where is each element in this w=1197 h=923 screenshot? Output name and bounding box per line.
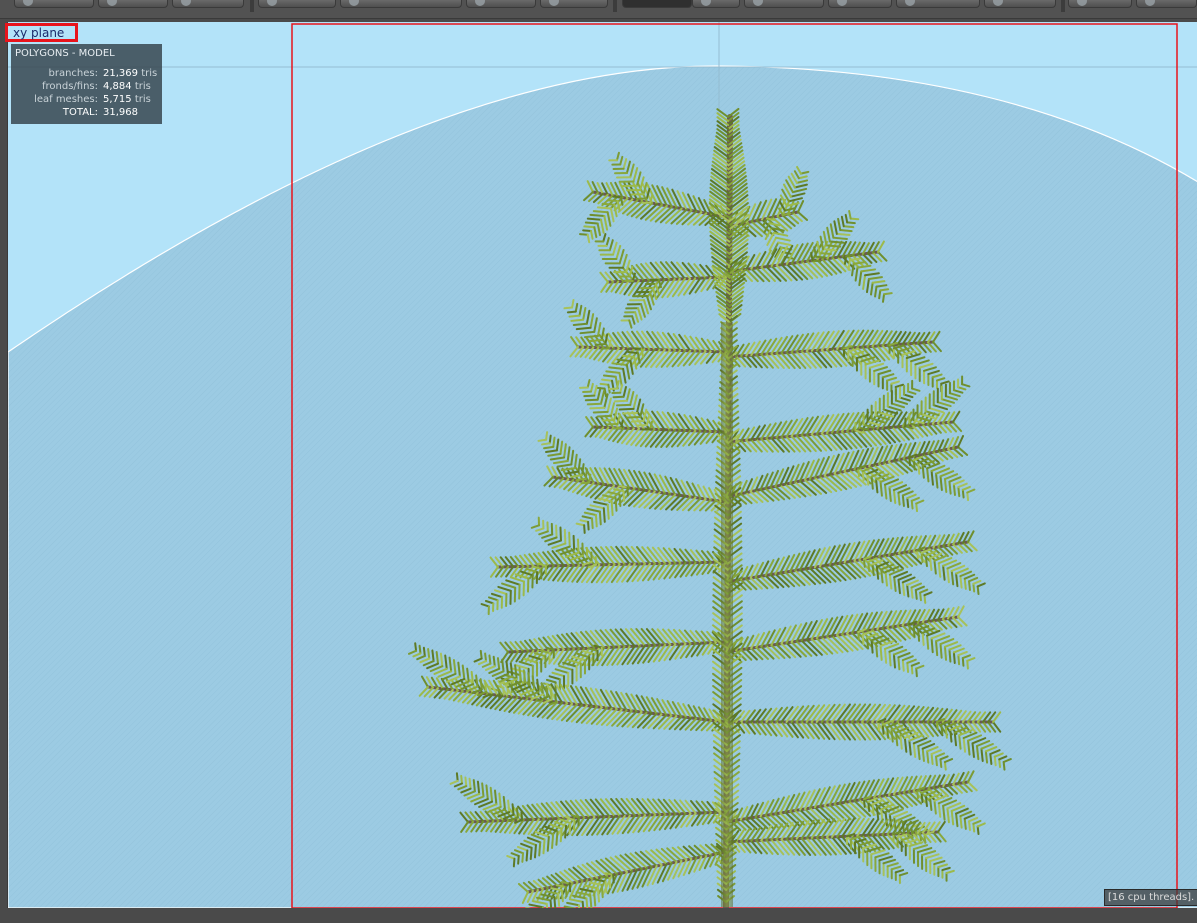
polygon-stats-panel: POLYGONS - MODEL branches: 21,369 tris f…: [11, 44, 162, 124]
stats-unit: tris: [141, 68, 158, 79]
leaf-icon: [753, 0, 763, 6]
toolbar-button-14[interactable]: [1068, 0, 1132, 8]
toolbar-button-15[interactable]: [1136, 0, 1197, 8]
toolbar-button-10[interactable]: [744, 0, 824, 8]
toolbar-button-7[interactable]: [540, 0, 608, 8]
toolbar-button-2[interactable]: [98, 0, 168, 8]
toolbar-button-1[interactable]: [14, 0, 94, 8]
chart-icon: [837, 0, 847, 6]
bottom-bar: [0, 908, 1197, 923]
3d-viewport[interactable]: [7, 22, 1197, 908]
stats-label: fronds/fins:: [41, 81, 98, 92]
globe-icon: [23, 0, 33, 6]
toolbar-button-3[interactable]: [172, 0, 244, 8]
stats-value: 31,968: [103, 107, 138, 118]
toolbar-button-5[interactable]: [340, 0, 462, 8]
stats-row-total: TOTAL: 31,968: [11, 107, 162, 120]
stats-value: 21,369: [103, 68, 138, 79]
camera-icon: [349, 0, 359, 6]
toolbar-button-6[interactable]: [466, 0, 536, 8]
stats-row-fronds: fronds/fins: 4,884 tris: [11, 81, 162, 94]
stats-title: POLYGONS - MODEL: [15, 48, 115, 59]
toolbar-button-4[interactable]: [258, 0, 336, 8]
search-icon: [1145, 0, 1155, 6]
globe-icon: [905, 0, 915, 6]
toolbar-separator: [1061, 0, 1065, 12]
toolbar-separator: [613, 0, 617, 12]
toolbar-button-12[interactable]: [896, 0, 980, 8]
stats-label: branches:: [48, 68, 99, 79]
stats-label: TOTAL:: [62, 107, 98, 118]
render-mode-icon: [701, 0, 711, 6]
top-toolbar: [0, 0, 1197, 19]
stats-value: 5,715: [103, 94, 132, 105]
toolbar-button-11[interactable]: [828, 0, 892, 8]
cpu-threads-status: [16 cpu threads].: [1104, 889, 1197, 906]
camera-icon: [107, 0, 117, 6]
toolbar-button-13[interactable]: [984, 0, 1056, 8]
branch-icon: [475, 0, 485, 6]
scene-canvas[interactable]: [8, 22, 1197, 908]
view-label[interactable]: xy plane: [5, 23, 78, 42]
leaf-icon: [549, 0, 559, 6]
branch-icon: [267, 0, 277, 6]
stats-row-branches: branches: 21,369 tris: [11, 68, 162, 81]
toolbar-button-8[interactable]: [622, 0, 692, 8]
stats-row-leaf-meshes: leaf meshes: 5,715 tris: [11, 94, 162, 107]
stats-value: 4,884: [103, 81, 132, 92]
leaf-icon: [1077, 0, 1087, 6]
toolbar-separator: [250, 0, 254, 12]
leaf-icon: [181, 0, 191, 6]
toolbar-button-9[interactable]: [692, 0, 740, 8]
camera-icon: [993, 0, 1003, 6]
stats-unit: tris: [134, 94, 151, 105]
stats-label: leaf meshes:: [34, 94, 98, 105]
stats-unit: tris: [134, 81, 151, 92]
speedtree-window: xy plane POLYGONS - MODEL branches: 21,3…: [0, 0, 1197, 923]
